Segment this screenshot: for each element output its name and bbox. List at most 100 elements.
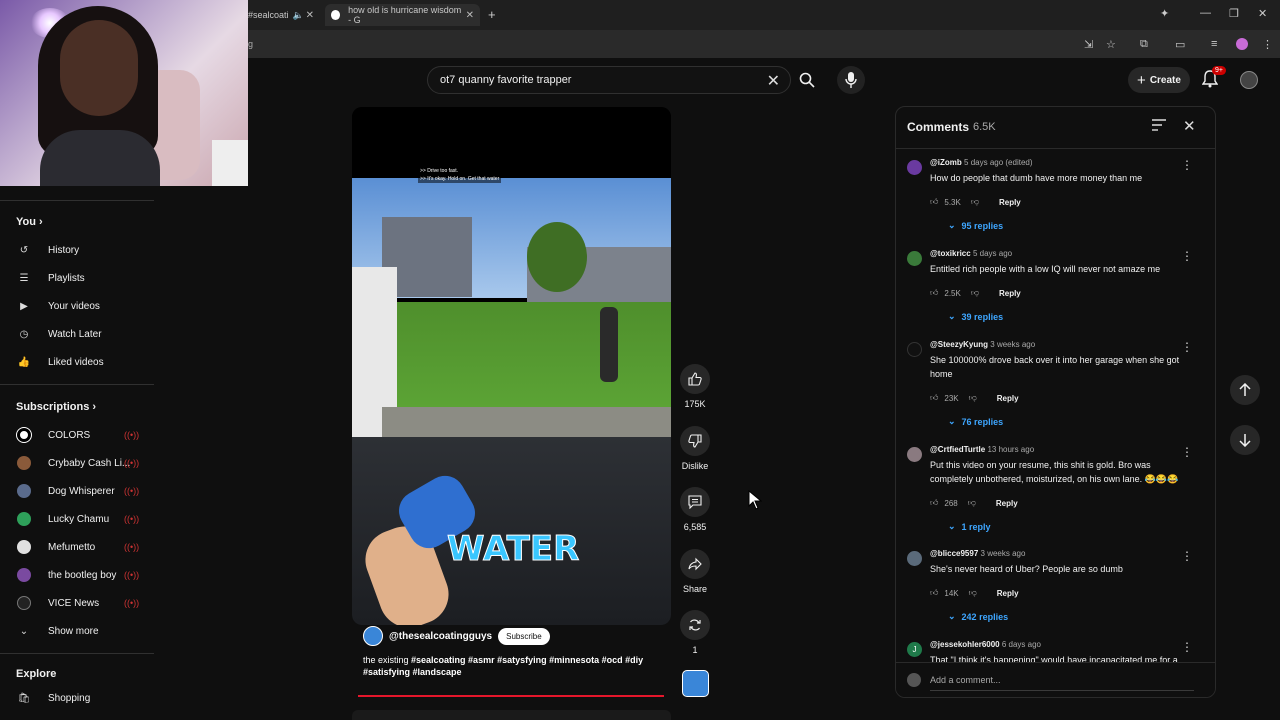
commenter-avatar[interactable]	[907, 447, 922, 462]
sidebar-item-liked-videos[interactable]: 👍 Liked videos	[16, 352, 104, 372]
commenter-avatar[interactable]	[907, 251, 922, 266]
more-actions-icon[interactable]: ⋮	[1181, 340, 1193, 354]
more-actions-icon[interactable]: ⋮	[1181, 158, 1193, 172]
share-button[interactable]	[680, 549, 710, 579]
commenter-handle[interactable]: @toxikricc	[930, 249, 971, 258]
sidebar-you-header[interactable]: You ›	[16, 216, 43, 228]
browser-menu-icon[interactable]: ⋮	[1262, 38, 1273, 51]
more-actions-icon[interactable]: ⋮	[1181, 249, 1193, 263]
commenter-handle[interactable]: @jessekohler6000	[930, 640, 1000, 649]
thumbs-up-icon[interactable]: 👍︎	[930, 197, 938, 207]
add-comment-bar[interactable]: Add a comment...	[896, 662, 1215, 697]
sidebar-sub-mefumetto[interactable]: Mefumetto	[16, 537, 95, 557]
minimize-icon[interactable]: —	[1200, 7, 1211, 19]
tab-close-icon[interactable]: ✕	[466, 10, 474, 21]
sidebar-sub-dog-whisperer[interactable]: Dog Whisperer	[16, 481, 115, 501]
view-replies-button[interactable]: ⌄ 242 replies	[948, 611, 1008, 622]
video-progress-bar[interactable]	[358, 695, 664, 697]
sidebar-item-shopping[interactable]: 🛍 Shopping	[16, 688, 91, 708]
media-icon[interactable]: ≡	[1211, 38, 1217, 50]
commenter-avatar[interactable]	[907, 342, 922, 357]
extensions-icon[interactable]: ⧉	[1140, 38, 1148, 51]
restore-icon[interactable]: ❐	[1229, 7, 1239, 20]
more-actions-icon[interactable]: ⋮	[1181, 640, 1193, 654]
clear-search-icon[interactable]: ✕	[767, 71, 780, 91]
thumbs-down-icon[interactable]: 👎︎	[971, 197, 979, 207]
channel-avatar[interactable]	[363, 626, 383, 646]
sidebar-item-playlists[interactable]: ☰ Playlists	[16, 268, 85, 288]
install-icon[interactable]: ⇲	[1084, 38, 1093, 51]
view-replies-button[interactable]: ⌄ 1 reply	[948, 521, 991, 532]
search-button[interactable]	[791, 66, 823, 94]
dislike-button[interactable]	[680, 426, 710, 456]
reply-button[interactable]: Reply	[999, 198, 1021, 207]
voice-search-button[interactable]	[837, 66, 865, 94]
commenter-handle[interactable]: @iZomb	[930, 158, 962, 167]
browser-tab-active[interactable]: how old is hurricane wisdom - G ✕	[325, 4, 480, 26]
thumbs-up-icon[interactable]: 👍︎	[930, 288, 938, 298]
thumbs-down-icon[interactable]: 👎︎	[969, 588, 977, 598]
remix-action[interactable]: 1	[679, 610, 711, 655]
more-actions-icon[interactable]: ⋮	[1181, 445, 1193, 459]
sidebar-show-more[interactable]: ⌄ Show more	[16, 621, 99, 641]
new-tab-icon[interactable]: +	[488, 7, 496, 22]
sidebar-sub-colors[interactable]: COLORS	[16, 425, 90, 445]
sidebar-item-your-videos[interactable]: ▶ Your videos	[16, 296, 100, 316]
dislike-action[interactable]: Dislike	[679, 426, 711, 471]
sort-icon[interactable]	[1152, 119, 1166, 131]
reply-button[interactable]: Reply	[996, 499, 1018, 508]
thumbs-down-icon[interactable]: 👎︎	[971, 288, 979, 298]
sidebar-sub-bootleg-boy[interactable]: the bootleg boy	[16, 565, 116, 585]
thumbs-up-icon[interactable]: 👍︎	[930, 588, 938, 598]
tab-audio-icon[interactable]: 🔈	[293, 10, 304, 21]
commenter-handle[interactable]: @SteezyKyung	[930, 340, 988, 349]
view-replies-button[interactable]: ⌄ 76 replies	[948, 416, 1003, 427]
create-button[interactable]: + Create	[1128, 67, 1190, 93]
sidebar-subscriptions-header[interactable]: Subscriptions ›	[16, 401, 96, 413]
sidebar-item-history[interactable]: ↺ History	[16, 240, 79, 260]
gemini-icon[interactable]: ✦	[1160, 7, 1169, 20]
view-replies-button[interactable]: ⌄ 39 replies	[948, 311, 1003, 322]
share-action[interactable]: Share	[679, 549, 711, 594]
previous-short-button[interactable]	[1230, 375, 1260, 405]
profile-avatar[interactable]	[1236, 38, 1248, 50]
tab-close-icon[interactable]: ✕	[306, 10, 314, 21]
sidebar-sub-vice-news[interactable]: VICE News	[16, 593, 99, 613]
sound-thumbnail[interactable]	[682, 670, 709, 697]
account-avatar[interactable]	[1240, 71, 1258, 89]
comments-action[interactable]: 6,585	[679, 487, 711, 532]
channel-name[interactable]: @thesealcoatingguys	[389, 631, 492, 642]
view-replies-button[interactable]: ⌄ 95 replies	[948, 220, 1003, 231]
thumbs-down-icon[interactable]: 👎︎	[968, 498, 976, 508]
thumbs-up-icon[interactable]: 👍︎	[930, 393, 938, 403]
sidebar-item-watch-later[interactable]: ◷ Watch Later	[16, 324, 102, 344]
close-window-icon[interactable]: ✕	[1258, 7, 1267, 20]
browser-tab[interactable]: #sealcoati 🔈 ✕	[248, 4, 320, 26]
comments-button[interactable]	[680, 487, 710, 517]
reply-button[interactable]: Reply	[997, 394, 1019, 403]
reply-button[interactable]: Reply	[997, 589, 1019, 598]
add-comment-input[interactable]: Add a comment...	[930, 675, 1001, 685]
sidebar-sub-lucky-chamu[interactable]: Lucky Chamu	[16, 509, 109, 529]
search-box[interactable]: ot7 quanny favorite trapper ✕	[427, 66, 791, 94]
more-actions-icon[interactable]: ⋮	[1181, 549, 1193, 563]
commenter-handle[interactable]: @blicce9597	[930, 549, 978, 558]
commenter-handle[interactable]: @CrtfiedTurtle	[930, 445, 985, 454]
close-comments-icon[interactable]: ✕	[1183, 117, 1196, 135]
short-description[interactable]: the existing #sealcoating #asmr #satysfy…	[363, 654, 663, 678]
reply-button[interactable]: Reply	[999, 289, 1021, 298]
next-short-button[interactable]	[1230, 425, 1260, 455]
hashtags[interactable]: #sealcoating #asmr #satysfying #minnesot…	[411, 655, 643, 665]
like-action[interactable]: 175K	[679, 364, 711, 409]
commenter-avatar[interactable]	[907, 551, 922, 566]
short-video-player[interactable]: >> Drive too fast. >> It's okay. Hold on…	[352, 107, 671, 625]
thumbs-down-icon[interactable]: 👎︎	[969, 393, 977, 403]
commenter-avatar[interactable]: J	[907, 642, 922, 657]
thumbs-up-icon[interactable]: 👍︎	[930, 498, 938, 508]
remix-button[interactable]	[680, 610, 710, 640]
bookmark-star-icon[interactable]: ☆	[1106, 38, 1116, 51]
like-button[interactable]	[680, 364, 710, 394]
sidebar-sub-crybaby[interactable]: Crybaby Cash Li...	[16, 453, 130, 473]
subscribe-button[interactable]: Subscribe	[498, 627, 550, 645]
cast-icon[interactable]: ▭	[1175, 38, 1185, 51]
